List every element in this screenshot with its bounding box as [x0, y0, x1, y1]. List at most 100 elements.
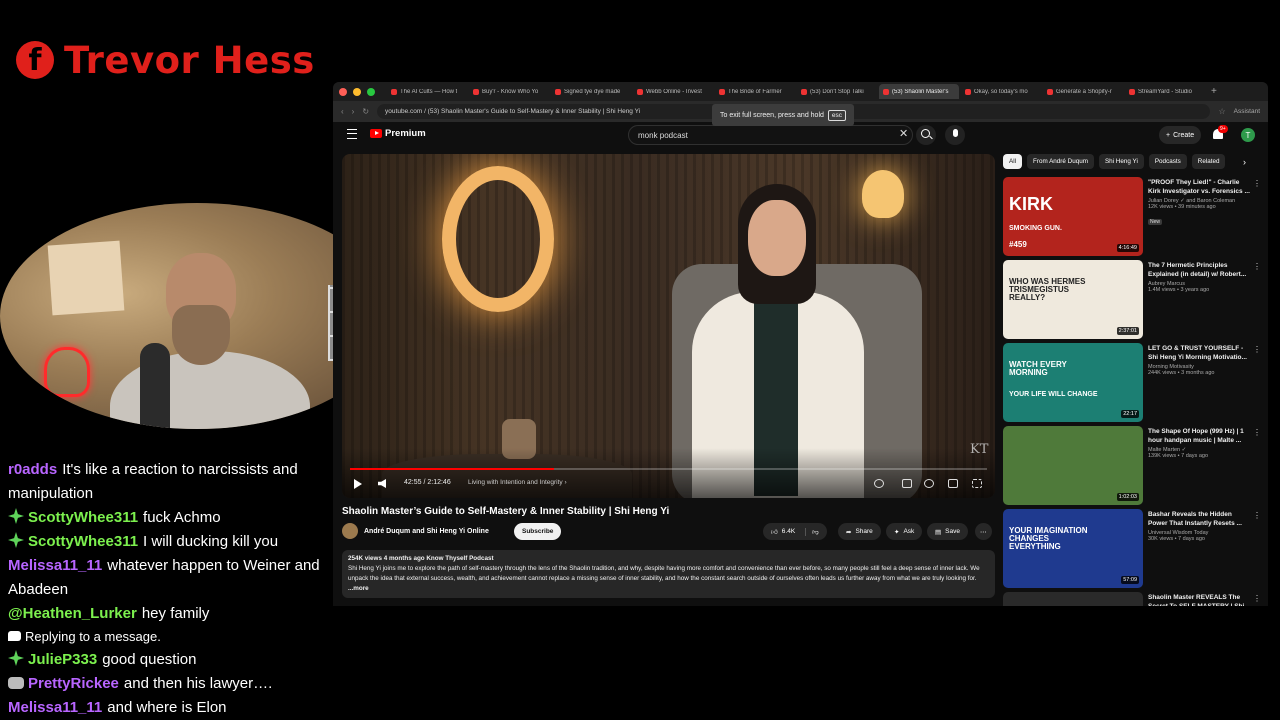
miniplayer-icon[interactable]	[948, 479, 958, 488]
recommendation-card[interactable]: WHO WAS HERMES TRISMEGISTUS REALLY? 2:37:…	[1003, 260, 1263, 340]
browser-tab[interactable]: (53) Shaolin Master's	[879, 84, 959, 99]
chat-message: r0adds It's like a reaction to narcissist…	[8, 458, 328, 506]
recommendation-card[interactable]: WAY TO Shaolin Master REVEALS The Secret …	[1003, 592, 1263, 606]
tab-favicon-icon	[719, 88, 725, 95]
recommendation-meta: The 7 Hermetic Principles Explained (in …	[1148, 261, 1252, 293]
ask-label: Ask	[903, 528, 915, 535]
microphone	[140, 343, 170, 429]
chat-text: good question	[102, 651, 197, 668]
save-button[interactable]: ▤ Save	[927, 523, 968, 540]
progress-bar[interactable]	[350, 468, 987, 470]
browser-tab[interactable]: The AI Cults — How t	[387, 84, 467, 99]
video-player[interactable]: KT 42:55 / 2:12:46 Living with Intention…	[342, 154, 995, 498]
autoplay-icon[interactable]	[874, 479, 884, 488]
description-more-link[interactable]: ...more	[348, 585, 369, 592]
channel-name[interactable]: André Duqum and Shi Heng Yi Online	[364, 528, 489, 535]
browser-tab[interactable]: Okay, so today's mo	[961, 84, 1041, 99]
esc-key: esc	[827, 109, 847, 121]
like-count: 6.4K	[781, 528, 796, 535]
filter-chip[interactable]: Podcasts	[1148, 154, 1187, 169]
reload-icon[interactable]: ↻	[362, 107, 369, 116]
fullscreen-icon[interactable]	[972, 479, 982, 488]
recommendation-meta: LET GO & TRUST YOURSELF - Shi Heng Yi Mo…	[1148, 344, 1252, 376]
voice-search-icon[interactable]	[945, 125, 965, 145]
ask-button[interactable]: ✦ Ask	[886, 523, 923, 540]
recommendation-card[interactable]: 1:02:03 The Shape Of Hope (999 Hz) | 1 ho…	[1003, 426, 1263, 506]
volume-icon[interactable]	[378, 479, 386, 488]
thumbs-down-icon[interactable]: 👎︎	[805, 527, 819, 536]
minimize-window-button[interactable]	[353, 87, 361, 96]
recommendation-card[interactable]: YOUR IMAGINATION CHANGES EVERYTHING 57:09…	[1003, 509, 1263, 589]
recommendation-thumbnail[interactable]: YOUR IMAGINATION CHANGES EVERYTHING 57:09	[1003, 509, 1143, 588]
tab-label: Webb Online - Invest	[646, 88, 702, 95]
recommendation-meta: Shaolin Master REVEALS The Secret To SEL…	[1148, 593, 1252, 606]
recommendation-thumbnail[interactable]: WHO WAS HERMES TRISMEGISTUS REALLY? 2:37:…	[1003, 260, 1143, 339]
account-avatar[interactable]: T	[1241, 128, 1255, 142]
tab-label: Generate a Shopify-r	[1056, 88, 1112, 95]
share-button[interactable]: ➦ Share	[838, 523, 881, 540]
browser-tab[interactable]: (53) Don't Stop Talki	[797, 84, 877, 99]
filter-chip[interactable]: Related	[1191, 154, 1226, 169]
more-options-icon[interactable]: ⋮	[1253, 179, 1261, 188]
thumbnail-subline: YOUR LIFE WILL CHANGE	[1009, 391, 1098, 398]
more-options-icon[interactable]: ⋮	[1253, 345, 1261, 354]
browser-tab[interactable]: Generate a Shopify-r	[1043, 84, 1123, 99]
new-badge: New	[1148, 219, 1163, 225]
chat-message: JulieP333 good question	[8, 648, 328, 672]
channel-avatar[interactable]	[342, 523, 358, 539]
video-duration: 2:37:01	[1116, 327, 1139, 335]
new-tab-button[interactable]: +	[1211, 86, 1217, 97]
filter-chip[interactable]: From André Duqum	[1027, 154, 1094, 169]
chevron-right-icon[interactable]: ›	[1243, 157, 1246, 167]
maximize-window-button[interactable]	[367, 87, 375, 96]
tab-label: Signed tye dye made	[564, 88, 621, 95]
recommendation-thumbnail[interactable]: 1:02:03	[1003, 426, 1143, 505]
recommendation-title: Shaolin Master REVEALS The Secret To SEL…	[1148, 594, 1250, 606]
browser-window: The AI Cults — How t Buy'r - Know Who Yo S…	[333, 82, 1268, 606]
star-icon[interactable]: ☆	[1218, 107, 1225, 116]
video-duration: 57:09	[1121, 576, 1139, 584]
browser-tab[interactable]: Signed tye dye made	[551, 84, 631, 99]
captions-icon[interactable]	[902, 479, 912, 488]
settings-gear-icon[interactable]	[924, 479, 934, 488]
youtube-play-icon	[370, 129, 382, 138]
filter-chip[interactable]: Shi Heng Yi	[1098, 154, 1144, 169]
more-options-icon[interactable]: ⋮	[1253, 262, 1261, 271]
streamer	[110, 253, 310, 429]
browser-tab[interactable]: Webb Online - Invest	[633, 84, 713, 99]
close-window-button[interactable]	[339, 87, 347, 96]
clear-search-icon[interactable]: ✕	[899, 127, 908, 140]
assistant-button[interactable]: Assistant	[1234, 108, 1260, 115]
more-options-icon[interactable]: ⋮	[1253, 511, 1261, 520]
forward-icon[interactable]: ›	[352, 107, 355, 116]
chat-username: Melissa11_11	[8, 557, 103, 574]
search-icon[interactable]	[916, 125, 936, 145]
tab-favicon-icon	[1129, 88, 1135, 95]
back-icon[interactable]: ‹	[341, 107, 344, 116]
youtube-logo[interactable]: Premium	[370, 128, 426, 139]
create-button[interactable]: + Create	[1159, 126, 1202, 144]
recommendation-thumbnail[interactable]: WATCH EVERY MORNING YOUR LIFE WILL CHANGE…	[1003, 343, 1143, 422]
more-actions-button[interactable]: ⋯	[975, 523, 992, 540]
like-button[interactable]: 👍︎ 6.4K 👎︎	[763, 523, 827, 540]
recommendation-thumbnail[interactable]: WAY TO	[1003, 592, 1143, 606]
play-icon[interactable]	[354, 479, 362, 489]
more-options-icon[interactable]: ⋮	[1253, 428, 1261, 437]
gem-badge-icon	[8, 650, 24, 666]
chapter-title[interactable]: Living with Intention and Integrity ›	[468, 479, 567, 486]
filter-chips: All From André Duqum Shi Heng Yi Podcasts Re…	[1003, 154, 1226, 170]
video-description[interactable]: 254K views 4 months ago Know Thyself Pod…	[342, 550, 995, 598]
neon-sign	[44, 347, 90, 397]
browser-tab[interactable]: The Bride of Farmer	[715, 84, 795, 99]
browser-tab[interactable]: StreamYard - Studio	[1125, 84, 1205, 99]
recommendation-thumbnail[interactable]: KIRK SMOKING GUN. #459 4:16:49	[1003, 177, 1143, 256]
recommendation-card[interactable]: WATCH EVERY MORNING YOUR LIFE WILL CHANGE…	[1003, 343, 1263, 423]
menu-icon[interactable]	[347, 129, 357, 139]
more-options-icon[interactable]: ⋮	[1253, 594, 1261, 603]
search-input[interactable]: monk podcast	[628, 125, 913, 145]
recommendation-card[interactable]: KIRK SMOKING GUN. #459 4:16:49 "PROOF They L…	[1003, 177, 1263, 257]
chat-username: ScottyWhee311	[28, 533, 139, 550]
filter-chip[interactable]: All	[1003, 154, 1022, 169]
subscribe-button[interactable]: Subscribe	[514, 523, 562, 540]
browser-tab[interactable]: Buy'r - Know Who Yo	[469, 84, 549, 99]
